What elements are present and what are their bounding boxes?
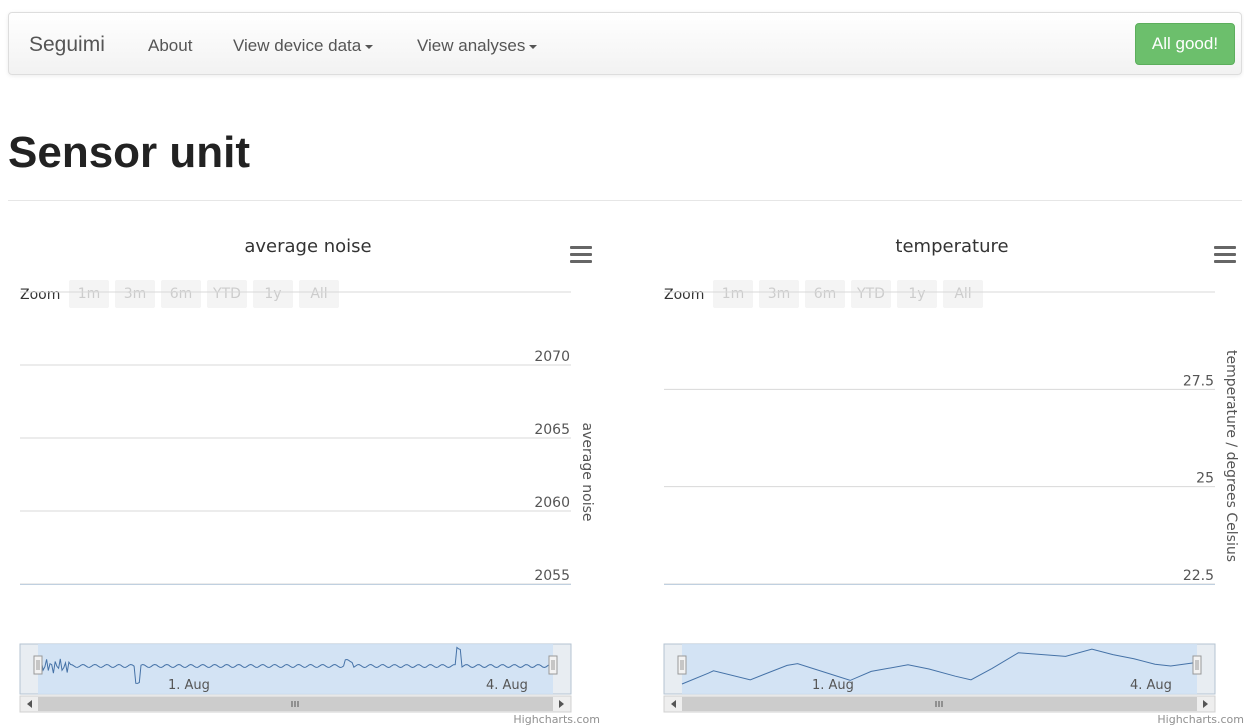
credits-link: Highcharts.com xyxy=(513,713,600,726)
navigator-handle xyxy=(677,655,687,675)
chart-panel-temperature: temperature Zoom 1m 3m 6m YTD 1y All 31.… xyxy=(652,232,1244,726)
y-axis-title: temperature / degrees Celsius xyxy=(1223,350,1239,562)
temperature-chart: 31. Jul1. Aug2. Aug3. Aug4. Aug22.52527.… xyxy=(663,291,1244,726)
nav-view-analyses-label: View analyses xyxy=(417,36,526,55)
y-tick-label: 25 xyxy=(1196,471,1214,487)
y-axis-title: average noise xyxy=(579,423,595,522)
chart-panel-average-noise: average noise Zoom 1m 3m 6m YTD 1y All 3… xyxy=(8,232,608,726)
divider xyxy=(8,200,1242,201)
navigator-label: 1. Aug xyxy=(812,678,854,693)
nav-view-device-data-label: View device data xyxy=(233,36,362,55)
status-button[interactable]: All good! xyxy=(1135,23,1235,65)
credits-link: Highcharts.com xyxy=(1157,713,1244,726)
navigator: 1. Aug 4. Aug xyxy=(663,643,1216,713)
navigator-selected-range xyxy=(38,644,553,694)
navigator-handle xyxy=(1192,655,1202,675)
page-title: Sensor unit xyxy=(8,128,251,177)
navigator-label: 1. Aug xyxy=(168,678,210,693)
y-tick-label: 22.5 xyxy=(1183,568,1214,584)
navigator-handle xyxy=(548,655,558,675)
plot-area: 31. Jul1. Aug2. Aug3. Aug4. Aug205520602… xyxy=(20,291,595,585)
y-tick-label: 2055 xyxy=(534,568,570,584)
navigator-handle xyxy=(33,655,43,675)
navigator-label: 4. Aug xyxy=(1130,678,1172,693)
nav-about-label: About xyxy=(148,36,193,55)
y-tick-label: 27.5 xyxy=(1183,373,1214,389)
navbar: Seguimi About View device data View anal… xyxy=(8,12,1242,75)
caret-down-icon xyxy=(365,44,374,49)
navigator-label: 4. Aug xyxy=(486,678,528,693)
plot-area: 31. Jul1. Aug2. Aug3. Aug4. Aug22.52527.… xyxy=(664,291,1239,585)
navigator: 1. Aug 4. Aug xyxy=(19,643,572,713)
nav-view-analyses-dropdown[interactable]: View analyses xyxy=(417,36,538,56)
nav-view-device-data-dropdown[interactable]: View device data xyxy=(233,36,374,56)
y-tick-label: 2060 xyxy=(534,495,570,511)
nav-about[interactable]: About xyxy=(148,36,192,56)
y-tick-label: 2065 xyxy=(534,422,570,438)
navigator-selected-range xyxy=(682,644,1197,694)
brand-link[interactable]: Seguimi xyxy=(29,33,105,57)
caret-down-icon xyxy=(529,44,538,49)
y-tick-label: 2070 xyxy=(534,349,570,365)
average-noise-chart: 31. Jul1. Aug2. Aug3. Aug4. Aug205520602… xyxy=(19,291,600,726)
